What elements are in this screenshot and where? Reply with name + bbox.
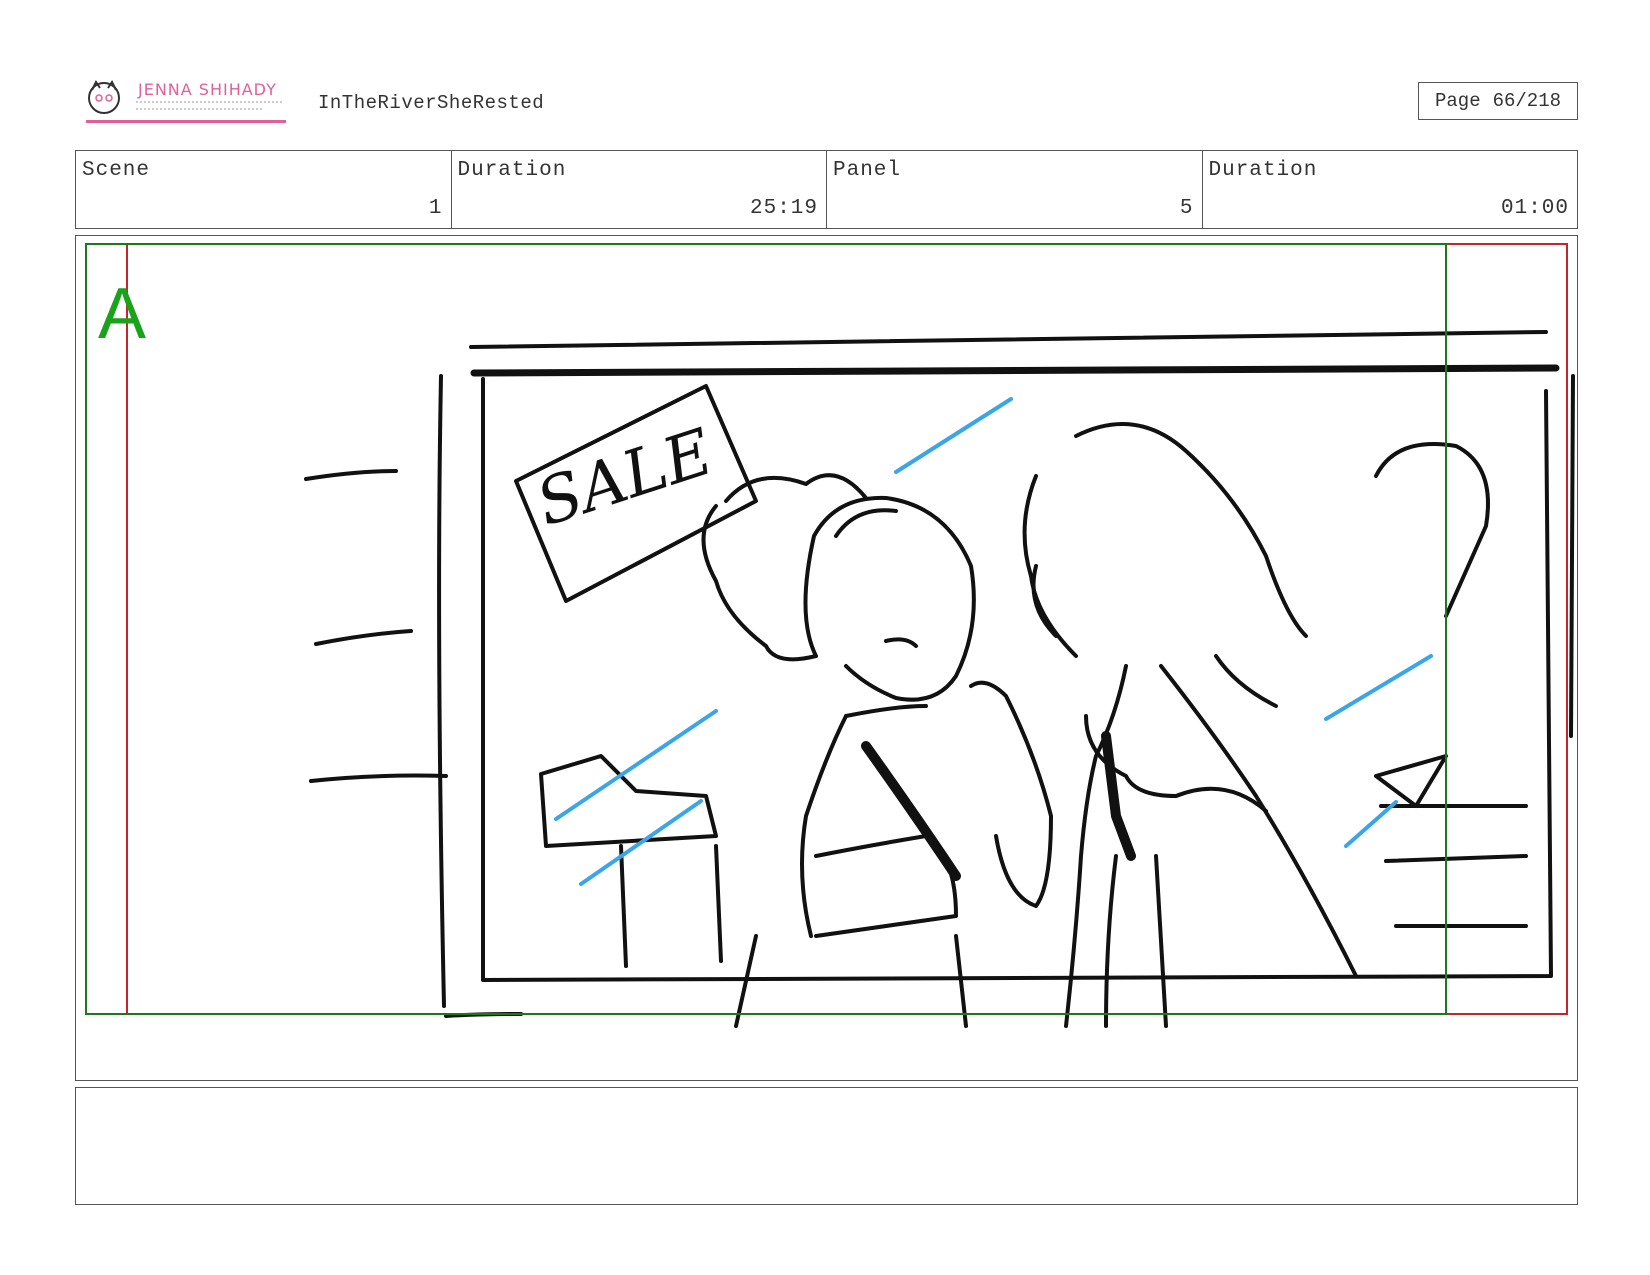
panel-duration-value: 01:00 [1500,197,1569,220]
storyboard-panel: SALE A [75,235,1578,1081]
scene-value: 1 [428,197,443,220]
panel-value: 5 [1179,197,1194,220]
author-logo: JENNA SHIHADY [84,76,290,126]
info-table: Scene 1 Duration 25:19 Panel 5 Duration … [75,150,1578,229]
project-title: InTheRiverSheRested [318,92,545,114]
scene-duration-label: Duration [457,159,567,182]
page-number: 66/218 [1492,90,1562,112]
panel-cell: Panel 5 [827,151,1203,228]
panel-sketch: SALE [85,243,1575,1028]
page-indicator: Page 66/218 [1418,82,1578,120]
panel-duration-label: Duration [1208,159,1318,182]
page-label: Page [1434,90,1481,112]
scene-label: Scene [82,159,151,182]
scene-duration-cell: Duration 25:19 [452,151,827,228]
panel-label: Panel [833,159,902,182]
panel-duration-cell: Duration 01:00 [1203,151,1578,228]
notes-area [75,1087,1578,1205]
sale-sign-text: SALE [528,415,721,541]
panel-letter: A [98,274,147,354]
scene-duration-value: 25:19 [749,197,818,220]
author-logo-name: JENNA SHIHADY [138,80,277,99]
scene-cell: Scene 1 [76,151,452,228]
